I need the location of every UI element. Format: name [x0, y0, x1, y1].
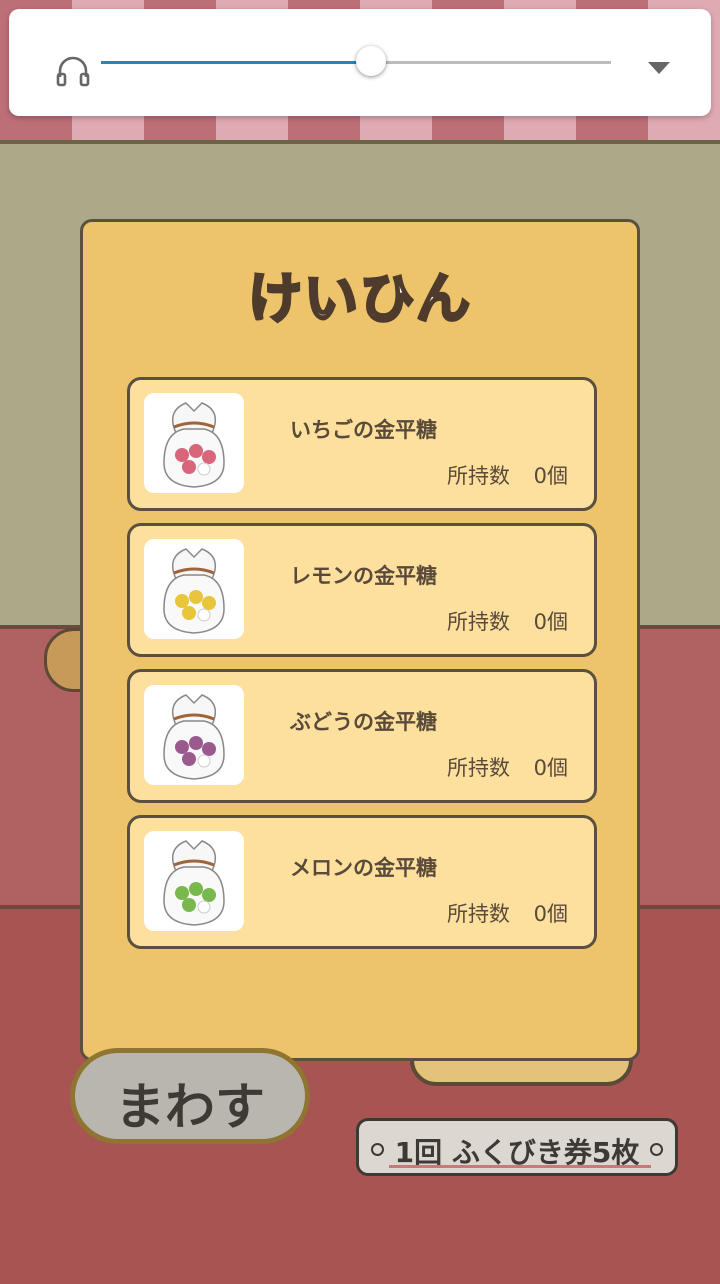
candy-piece [202, 888, 216, 902]
ticket-cost-text: 1回 ふくびき券5枚 [394, 1136, 640, 1169]
owned-count-value: 0個 [533, 610, 568, 634]
volume-slider-fill [101, 61, 372, 64]
owned-count-value: 0個 [533, 902, 568, 926]
candy-piece [175, 886, 189, 900]
owned-count-label: 所持数 [447, 610, 510, 634]
candy-piece [202, 742, 216, 756]
volume-slider-thumb[interactable] [356, 46, 387, 76]
owned-count-label: 所持数 [447, 902, 510, 926]
candy-piece [182, 752, 196, 766]
volume-bar [9, 9, 711, 116]
candy-bag-icon [144, 831, 244, 931]
prize-name: メロンの金平糖 [290, 856, 437, 880]
dialog-title: けいひん [247, 266, 472, 332]
candy-piece [175, 448, 189, 462]
prize-item-strawberry[interactable]: いちごの金平糖 所持数 0個 [127, 377, 597, 511]
candy-piece [175, 740, 189, 754]
candy-piece [182, 898, 196, 912]
candy-bag-icon [144, 539, 244, 639]
candy-bag-icon [144, 393, 244, 493]
spin-button-label: まわす [115, 1078, 265, 1136]
prize-item-lemon[interactable]: レモンの金平糖 所持数 0個 [127, 523, 597, 657]
prize-name: ぶどうの金平糖 [290, 710, 437, 734]
owned-count-label: 所持数 [447, 756, 510, 780]
candy-piece [189, 590, 203, 604]
spin-button[interactable]: まわす [70, 1048, 310, 1144]
candy-piece [175, 594, 189, 608]
prize-list-dialog: けいひん いちごの金平糖 所持数 0個 レモンの金平糖 所持数 0個 ぶどうの金… [80, 219, 640, 1061]
candy-bag-icon [144, 685, 244, 785]
candy-piece [202, 596, 216, 610]
prize-name: レモンの金平糖 [290, 564, 437, 588]
candy-piece [189, 882, 203, 896]
candy-piece [189, 736, 203, 750]
owned-count-label: 所持数 [447, 464, 510, 488]
chevron-down-icon[interactable] [645, 53, 673, 81]
candy-piece [182, 460, 196, 474]
candy-piece [189, 444, 203, 458]
candy-piece [182, 606, 196, 620]
prize-item-melon[interactable]: メロンの金平糖 所持数 0個 [127, 815, 597, 949]
owned-count-value: 0個 [533, 464, 568, 488]
volume-slider[interactable] [101, 46, 611, 76]
prize-item-grape[interactable]: ぶどうの金平糖 所持数 0個 [127, 669, 597, 803]
ticket-cost-badge: 1回 ふくびき券5枚 [356, 1118, 678, 1176]
candy-piece [202, 450, 216, 464]
headphones-icon [56, 56, 90, 87]
owned-count-value: 0個 [533, 756, 568, 780]
prize-name: いちごの金平糖 [290, 418, 437, 442]
